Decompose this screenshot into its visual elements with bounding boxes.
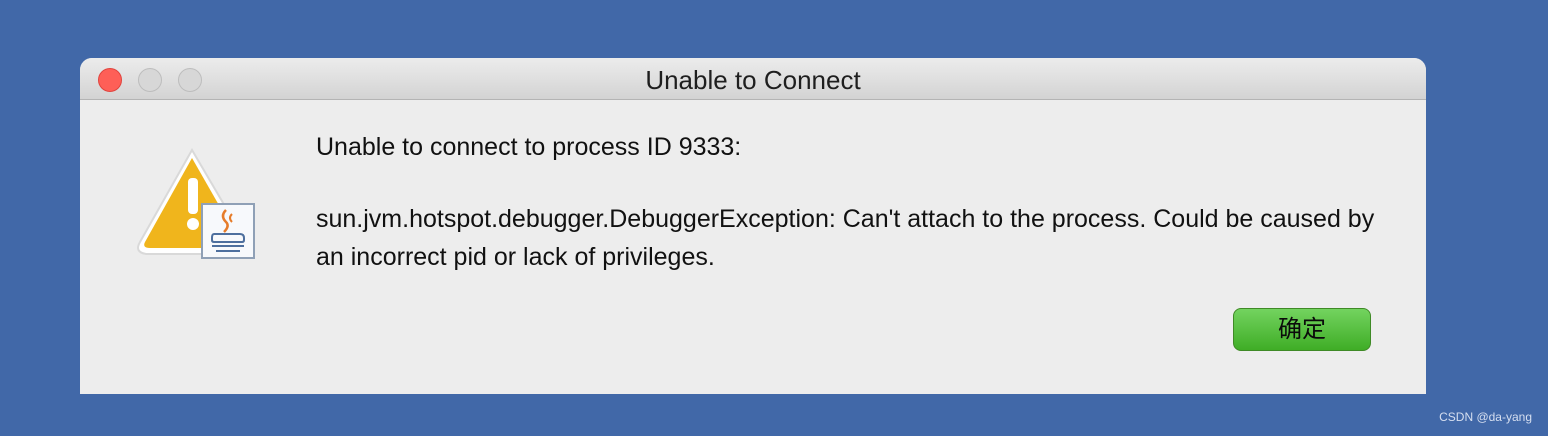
title-bar: Unable to Connect (80, 58, 1426, 100)
warning-icon (137, 147, 255, 259)
java-coffee-icon (201, 203, 255, 259)
ok-button[interactable]: 确定 (1233, 308, 1371, 351)
error-message-detail: sun.jvm.hotspot.debugger.DebuggerExcepti… (316, 205, 1375, 271)
desktop-background: Unable to Connect Unable to connect to p… (0, 0, 1548, 436)
window-title: Unable to Connect (645, 65, 861, 95)
error-dialog: Unable to Connect Unable to connect to p… (80, 58, 1426, 394)
error-message: Unable to connect to process ID 9333: su… (316, 128, 1396, 276)
watermark-text: CSDN @da-yang (1439, 410, 1532, 424)
error-message-line1: Unable to connect to process ID 9333: (316, 133, 742, 161)
